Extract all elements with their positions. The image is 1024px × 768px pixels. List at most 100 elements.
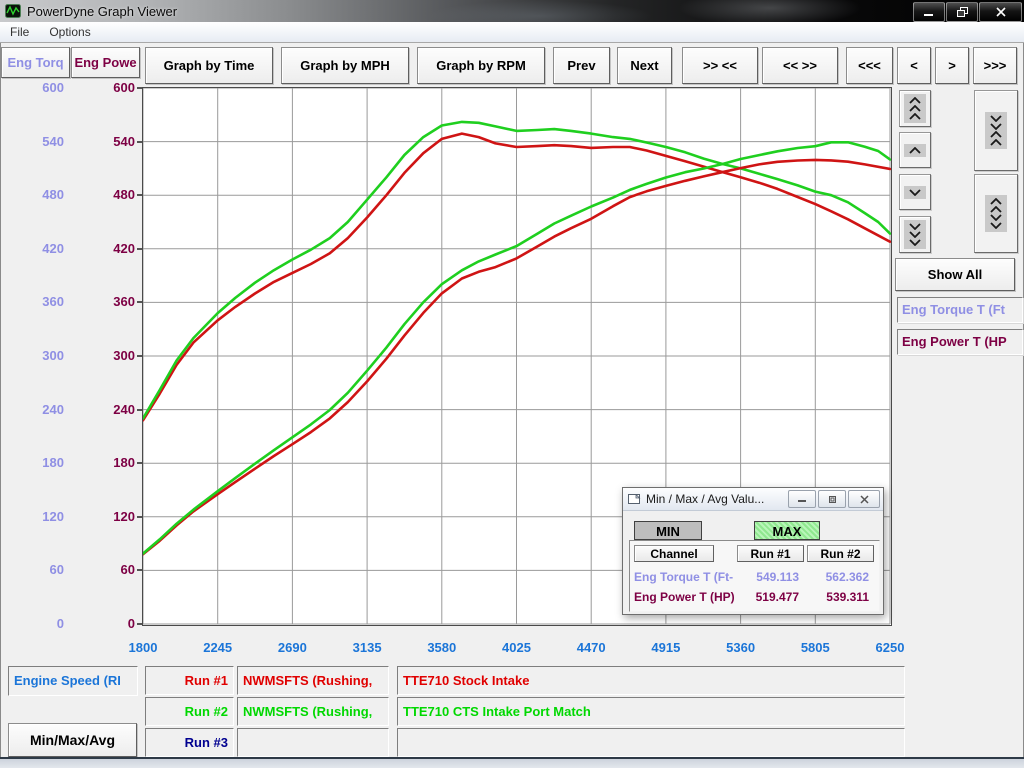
dialog-icon (628, 494, 641, 505)
power-tick-label: 360 (71, 294, 135, 310)
minmax-channel-name: Eng Torque T (Ft- (634, 568, 734, 586)
minmax-title: Min / Max / Avg Valu... (646, 492, 764, 506)
chevron-triple-down-icon (904, 220, 926, 249)
power-channel-label: Eng Power T (HP (897, 329, 1023, 355)
x-tick-label: 3580 (410, 640, 474, 656)
run-name-box: NWMSFTS (Rushing, (237, 697, 389, 726)
power-tick-label: 540 (71, 134, 135, 150)
power-tick-label: 180 (71, 455, 135, 471)
app-window: PowerDyne Graph Viewer File Options Eng … (0, 0, 1024, 768)
power-tick-label: 60 (71, 562, 135, 578)
x-tick-label: 5805 (783, 640, 847, 656)
close-button[interactable] (979, 2, 1022, 22)
run-desc-box (397, 728, 905, 757)
x-tick-label: 4470 (559, 640, 623, 656)
torque-tick-label: 120 (0, 509, 64, 525)
x-tick-label: 3135 (335, 640, 399, 656)
channel-header-button[interactable]: Channel (634, 545, 714, 562)
scale-triple-up-button[interactable] (899, 90, 931, 127)
minmax-value-run1: 519.477 (737, 588, 799, 606)
torque-tick-label: 240 (0, 402, 64, 418)
minmax-value-run1: 549.113 (737, 568, 799, 586)
channel-button-eng-torq[interactable]: Eng Torq (1, 47, 70, 78)
minmax-minimize-button[interactable] (788, 490, 816, 508)
power-tick-label: 480 (71, 187, 135, 203)
minmax-window: Min / Max / Avg Valu... MIN MAX Channel R… (622, 487, 884, 615)
chevron-triple-up-icon (904, 94, 926, 123)
run-desc-box: TTE710 Stock Intake (397, 666, 905, 695)
torque-channel-label: Eng Torque T (Ft (897, 297, 1023, 323)
max-toggle-button[interactable]: MAX (754, 521, 820, 540)
chevrons-converge-icon (985, 112, 1007, 149)
x-tick-label: 2690 (260, 640, 324, 656)
power-tick-label: 120 (71, 509, 135, 525)
power-tick-label: 600 (71, 80, 135, 96)
run-name-box: NWMSFTS (Rushing, (237, 666, 389, 695)
x-tick-label: 5360 (709, 640, 773, 656)
toolbar-button-graph-by-time[interactable]: Graph by Time (145, 47, 273, 84)
toolbar-button-scroll-left-fast[interactable]: <<< (846, 47, 893, 84)
toolbar-button-graph-by-rpm[interactable]: Graph by RPM (417, 47, 545, 84)
menu-item-file[interactable]: File (0, 22, 39, 42)
show-all-button[interactable]: Show All (895, 258, 1015, 291)
scale-up-button[interactable] (899, 132, 931, 168)
range-compress-button[interactable] (974, 90, 1018, 171)
chevrons-diverge-icon (985, 195, 1007, 232)
torque-tick-label: 540 (0, 134, 64, 150)
power-tick-label: 420 (71, 241, 135, 257)
toolbar-button-scroll-left[interactable]: < (897, 47, 931, 84)
toolbar-button-shift-outward[interactable]: << >> (762, 47, 838, 84)
torque-tick-label: 300 (0, 348, 64, 364)
torque-tick-label: 600 (0, 80, 64, 96)
run2-header-button[interactable]: Run #2 (807, 545, 874, 562)
run-desc-box: TTE710 CTS Intake Port Match (397, 697, 905, 726)
x-tick-label: 4915 (634, 640, 698, 656)
run-label-box: Run #3 (145, 728, 234, 757)
menu-bar: File Options (0, 22, 1024, 43)
minimize-button[interactable] (913, 2, 945, 22)
toolbar-button-scroll-right[interactable]: > (935, 47, 969, 84)
minmax-title-bar: Min / Max / Avg Valu... (623, 488, 883, 511)
scale-down-button[interactable] (899, 174, 931, 210)
minmax-restore-button[interactable] (818, 490, 846, 508)
x-tick-label: 6250 (858, 640, 922, 656)
torque-tick-label: 60 (0, 562, 64, 578)
toolbar-button-scroll-right-fast[interactable]: >>> (973, 47, 1017, 84)
range-expand-button[interactable] (974, 174, 1018, 253)
minmax-value-run2: 539.311 (807, 588, 869, 606)
min-toggle-button[interactable]: MIN (634, 521, 702, 540)
toolbar-button-prev[interactable]: Prev (553, 47, 610, 84)
x-tick-label: 2245 (186, 640, 250, 656)
minmax-channel-name: Eng Power T (HP) (634, 588, 734, 606)
torque-tick-label: 420 (0, 241, 64, 257)
toolbar-button-graph-by-mph[interactable]: Graph by MPH (281, 47, 409, 84)
minmax-value-run2: 562.362 (807, 568, 869, 586)
x-channel-box: Engine Speed (RI (8, 666, 138, 696)
power-tick-label: 300 (71, 348, 135, 364)
torque-tick-label: 180 (0, 455, 64, 471)
toolbar-button-next[interactable]: Next (617, 47, 672, 84)
run-label-box: Run #1 (145, 666, 234, 695)
window-bottom-border (0, 757, 1024, 768)
toolbar-button-shift-inward[interactable]: >> << (682, 47, 758, 84)
x-tick-label: 1800 (111, 640, 175, 656)
torque-tick-label: 360 (0, 294, 64, 310)
minmaxavg-button[interactable]: Min/Max/Avg (8, 723, 137, 757)
power-tick-label: 0 (71, 616, 135, 632)
x-tick-label: 4025 (485, 640, 549, 656)
run-name-box (237, 728, 389, 757)
scale-triple-down-button[interactable] (899, 216, 931, 253)
menu-item-options[interactable]: Options (39, 22, 100, 42)
minmax-close-button[interactable] (848, 490, 880, 508)
chevron-up-icon (904, 144, 926, 157)
window-title: PowerDyne Graph Viewer (27, 4, 177, 19)
maximize-button[interactable] (946, 2, 978, 22)
channel-button-eng-powe[interactable]: Eng Powe (71, 47, 140, 78)
torque-tick-label: 0 (0, 616, 64, 632)
run1-header-button[interactable]: Run #1 (737, 545, 804, 562)
chevron-down-icon (904, 186, 926, 199)
title-bar: PowerDyne Graph Viewer (0, 0, 1024, 22)
power-tick-label: 240 (71, 402, 135, 418)
torque-tick-label: 480 (0, 187, 64, 203)
app-icon (5, 3, 21, 19)
